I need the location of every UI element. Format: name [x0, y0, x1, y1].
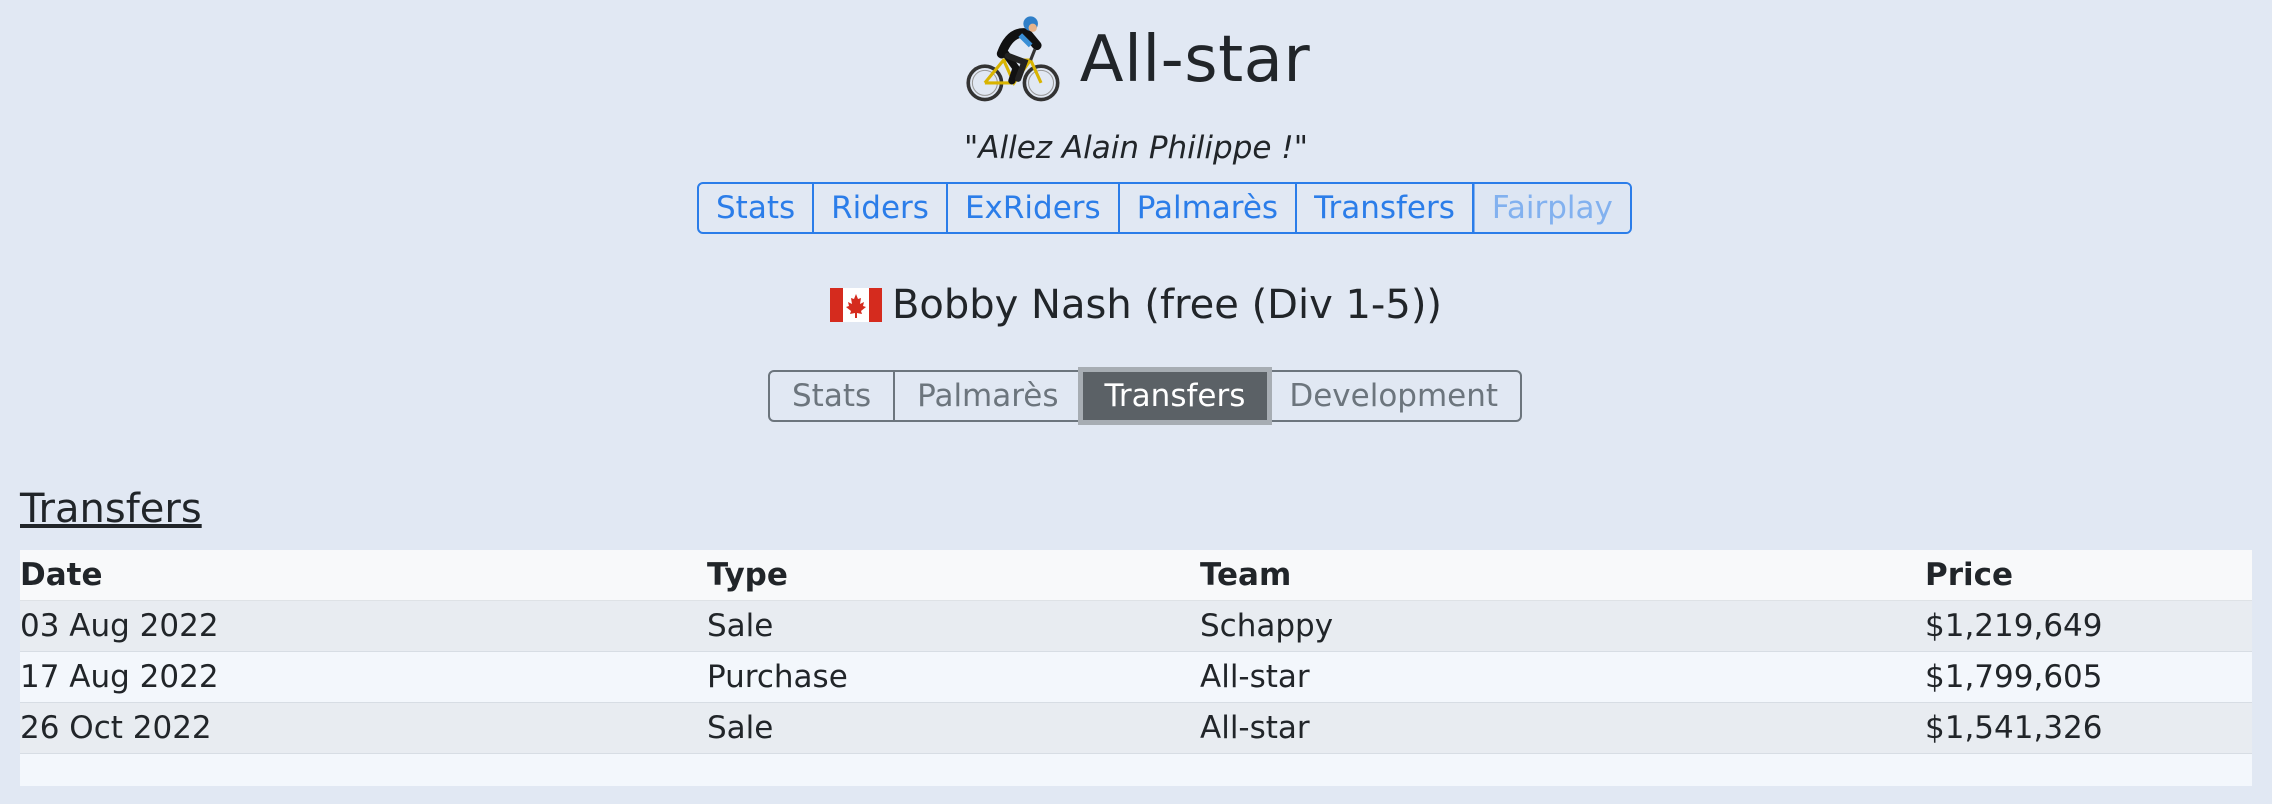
rider-heading: Bobby Nash (free (Div 1-5)) [0, 282, 2272, 328]
cell-price: $1,219,649 [1822, 600, 2252, 652]
cell-team: All-star [1200, 702, 1822, 754]
rider-nav: Stats Palmarès Transfers Development [768, 370, 1523, 422]
cyclist-icon [966, 16, 1060, 102]
table-row: 17 Aug 2022 Purchase All-star $1,799,605 [20, 651, 2252, 703]
cell-date: 03 Aug 2022 [20, 600, 707, 652]
canada-flag-icon [829, 288, 882, 322]
team-name: All-star [1079, 23, 1311, 97]
team-tab-riders[interactable]: Riders [814, 184, 948, 232]
column-header-team: Team [1200, 550, 1822, 601]
column-header-date: Date [20, 550, 707, 601]
column-header-price: Price [1822, 550, 2252, 601]
rider-name: Bobby Nash (free (Div 1-5)) [891, 282, 1443, 328]
team-tab-exriders[interactable]: ExRiders [948, 184, 1120, 232]
rider-tab-palmares[interactable]: Palmarès [895, 372, 1083, 420]
cell-price: $1,541,326 [1822, 702, 2252, 754]
cell-type: Sale [707, 600, 1200, 652]
cell-price: $1,799,605 [1822, 651, 2252, 703]
rider-tab-transfers[interactable]: Transfers [1082, 372, 1268, 420]
transfers-table: Date Type Team Price 03 Aug 2022 Sale Sc… [20, 550, 2252, 786]
cell-team: Schappy [1200, 600, 1822, 652]
team-tab-palmares[interactable]: Palmarès [1120, 184, 1298, 232]
team-nav: Stats Riders ExRiders Palmarès Transfers… [697, 182, 1632, 234]
transfers-section-title: Transfers [20, 486, 202, 532]
cell-type: Purchase [707, 651, 1200, 703]
team-tab-fairplay: Fairplay [1473, 184, 1630, 232]
team-motto: "Allez Alain Philippe !" [964, 130, 1308, 166]
cell-type: Sale [707, 702, 1200, 754]
table-row: 03 Aug 2022 Sale Schappy $1,219,649 [20, 600, 2252, 652]
rider-tab-development[interactable]: Development [1267, 372, 1520, 420]
cell-date: 26 Oct 2022 [20, 702, 707, 754]
column-header-type: Type [707, 550, 1200, 601]
cell-team: All-star [1200, 651, 1822, 703]
table-row-empty [20, 753, 2252, 786]
team-tab-transfers[interactable]: Transfers [1297, 184, 1474, 232]
cell-date: 17 Aug 2022 [20, 651, 707, 703]
table-row: 26 Oct 2022 Sale All-star $1,541,326 [20, 702, 2252, 754]
rider-tab-stats[interactable]: Stats [770, 372, 896, 420]
team-tab-stats[interactable]: Stats [699, 184, 815, 232]
team-header: All-star [0, 8, 2272, 112]
table-header-row: Date Type Team Price [20, 550, 2252, 601]
